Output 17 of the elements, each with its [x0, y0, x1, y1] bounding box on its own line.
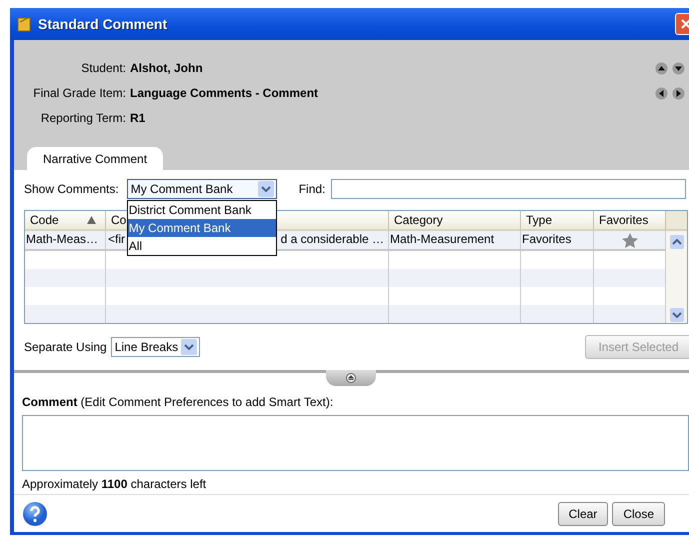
table-cell-text: <fir	[108, 231, 126, 248]
table-cell: Math-Measurement	[389, 231, 521, 249]
field-label: Final Grade Item:	[32, 86, 127, 100]
show-comments-label: Show Comments:	[24, 182, 119, 196]
find-label: Find:	[298, 182, 326, 196]
table-cell: Math-Meas…	[25, 231, 106, 249]
table-cell-text: d a considerable …	[280, 231, 384, 248]
field-label: Reporting Term:	[40, 111, 127, 125]
window-title: Standard Comment	[38, 16, 168, 32]
field-value: Alshot, John	[130, 61, 203, 75]
field-label: Student:	[80, 61, 127, 75]
separate-using-label: Separate Using	[24, 340, 107, 354]
comment-label: Comment (Edit Comment Preferences to add Smart Text):	[22, 395, 334, 409]
field-value: R1	[130, 111, 146, 125]
characters-left-text: Approximately 1100 characters left	[22, 477, 208, 491]
field-value: Language Comments - Comment	[130, 86, 318, 100]
table-cell: Favorites	[521, 231, 594, 249]
